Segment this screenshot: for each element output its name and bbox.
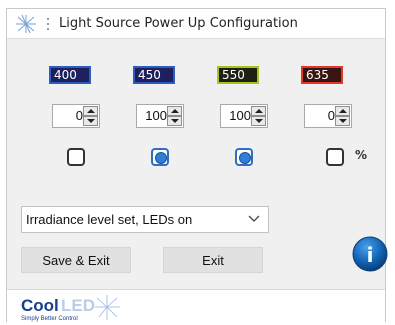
power-stepper-635[interactable]: 0 (304, 104, 352, 128)
power-stepper-450[interactable]: 100 (136, 104, 184, 128)
power-stepper-550[interactable]: 100 (220, 104, 268, 128)
enable-checkbox-550[interactable] (235, 148, 253, 166)
enable-checkbox-400[interactable] (67, 148, 85, 166)
svg-text:Cool: Cool (21, 296, 59, 315)
coolled-starburst-icon (16, 14, 36, 34)
spin-buttons (251, 106, 266, 126)
power-value[interactable]: 100 (137, 108, 167, 123)
power-value[interactable]: 100 (221, 108, 251, 123)
footer: Cool LED Simply Better Control (7, 289, 385, 323)
percent-label: % (355, 148, 368, 162)
mode-dropdown[interactable]: Irradiance level set, LEDs on (21, 206, 269, 233)
info-label: i (367, 243, 374, 267)
title-bar[interactable]: Light Source Power Up Configuration (7, 9, 385, 39)
wavelength-label-550: 550 (217, 66, 259, 84)
exit-button[interactable]: Exit (163, 247, 263, 273)
wavelength-label-635: 635 (301, 66, 343, 84)
enable-checkbox-450[interactable] (151, 148, 169, 166)
power-value[interactable]: 0 (305, 108, 335, 123)
spin-buttons (83, 106, 98, 126)
title-grip-icon (47, 18, 50, 30)
svg-text:LED: LED (61, 296, 95, 315)
coolled-logo: Cool LED Simply Better Control (21, 295, 120, 322)
info-icon[interactable]: i (351, 235, 389, 273)
power-stepper-400[interactable]: 0 (52, 104, 100, 128)
spin-up-button[interactable] (167, 106, 182, 116)
chevron-down-icon (248, 215, 260, 222)
wavelength-label-400: 400 (49, 66, 91, 84)
spin-buttons (335, 106, 350, 126)
svg-text:Simply Better Control: Simply Better Control (21, 316, 78, 322)
enable-checkbox-635[interactable] (326, 148, 344, 166)
window-title: Light Source Power Up Configuration (59, 16, 298, 31)
save-exit-button[interactable]: Save & Exit (21, 247, 131, 273)
config-window: Light Source Power Up Configuration 400 … (6, 8, 389, 323)
spin-down-button[interactable] (167, 116, 182, 126)
mode-dropdown-value: Irradiance level set, LEDs on (26, 212, 193, 227)
wavelength-label-450: 450 (133, 66, 175, 84)
spin-buttons (167, 106, 182, 126)
spin-down-button[interactable] (251, 116, 266, 126)
spin-down-button[interactable] (335, 116, 350, 126)
spin-up-button[interactable] (335, 106, 350, 116)
spin-up-button[interactable] (251, 106, 266, 116)
power-value[interactable]: 0 (53, 108, 83, 123)
spin-up-button[interactable] (83, 106, 98, 116)
spin-down-button[interactable] (83, 116, 98, 126)
